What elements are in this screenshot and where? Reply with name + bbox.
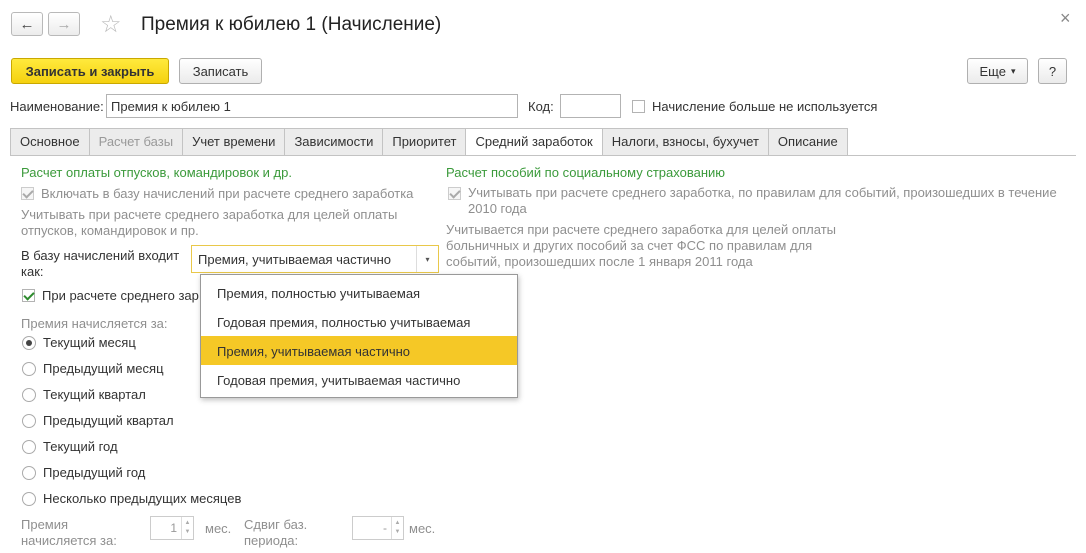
tab-time-accounting[interactable]: Учет времени bbox=[182, 128, 286, 155]
consider-label-line2: 2010 года bbox=[468, 201, 527, 216]
tab-main[interactable]: Основное bbox=[10, 128, 90, 155]
left-section-heading: Расчет оплаты отпусков, командировок и д… bbox=[21, 165, 292, 180]
months-label-line1: Премия bbox=[21, 517, 69, 532]
radio-button[interactable] bbox=[22, 413, 36, 428]
shift-value: - bbox=[383, 521, 387, 535]
include-checkbox-row: Включать в базу начислений при расчете с… bbox=[21, 186, 413, 201]
code-field[interactable] bbox=[560, 94, 621, 118]
radio-button[interactable] bbox=[22, 491, 36, 506]
accrued-for-label: Премия начисляется за: bbox=[21, 316, 168, 331]
right-note-line1: Учитывается при расчете среднего заработ… bbox=[446, 222, 836, 237]
include-checkbox bbox=[21, 187, 34, 200]
close-icon[interactable]: × bbox=[1060, 8, 1071, 29]
base-type-dropdown: Премия, полностью учитываемая Годовая пр… bbox=[200, 274, 518, 398]
arrow-left-icon: ← bbox=[19, 15, 35, 33]
page-title: Премия к юбилею 1 (Начисление) bbox=[141, 14, 442, 35]
tab-priority[interactable]: Приоритет bbox=[382, 128, 467, 155]
tab-description[interactable]: Описание bbox=[767, 128, 848, 155]
stepper-arrows-icon[interactable]: ▲ ▼ bbox=[391, 517, 403, 539]
save-label: Записать bbox=[192, 63, 249, 79]
period-label: Текущий квартал bbox=[43, 387, 146, 402]
months-label: Премия начисляется за: bbox=[21, 517, 117, 549]
left-note-line1: Учитывать при расчете среднего заработка… bbox=[21, 207, 398, 222]
tab-divider bbox=[10, 155, 1076, 156]
period-radio-current-month[interactable]: Текущий месяц bbox=[22, 335, 136, 350]
period-radio-several-months[interactable]: Несколько предыдущих месяцев bbox=[22, 491, 241, 506]
star-icon[interactable]: ☆ bbox=[100, 10, 122, 39]
period-radio-previous-quarter[interactable]: Предыдущий квартал bbox=[22, 413, 174, 428]
save-button[interactable]: Записать bbox=[179, 58, 262, 84]
right-section-heading: Расчет пособий по социальному страховани… bbox=[446, 165, 726, 180]
radio-button[interactable] bbox=[22, 439, 36, 454]
period-label: Текущий год bbox=[43, 439, 118, 454]
period-radio-current-quarter[interactable]: Текущий квартал bbox=[22, 387, 146, 402]
consider-label-line1: Учитывать при расчете среднего заработка… bbox=[468, 185, 1057, 200]
more-button[interactable]: Еще ▾ bbox=[967, 58, 1028, 84]
dropdown-option[interactable]: Премия, полностью учитываемая bbox=[201, 278, 517, 307]
save-close-button[interactable]: Записать и закрыть bbox=[11, 58, 169, 84]
period-radio-current-year[interactable]: Текущий год bbox=[22, 439, 118, 454]
shift-label: Сдвиг баз. периода: bbox=[244, 517, 307, 549]
radio-button[interactable] bbox=[22, 361, 36, 376]
right-note: Учитывается при расчете среднего заработ… bbox=[446, 222, 836, 270]
forward-button[interactable]: → bbox=[48, 12, 80, 36]
dropdown-option[interactable]: Годовая премия, учитываемая частично bbox=[201, 365, 517, 394]
tab-average-earnings[interactable]: Средний заработок bbox=[465, 128, 603, 156]
tab-dependencies[interactable]: Зависимости bbox=[284, 128, 384, 155]
stepper-arrows-icon[interactable]: ▲ ▼ bbox=[181, 517, 193, 539]
chevron-down-icon[interactable]: ▾ bbox=[416, 246, 438, 272]
left-note-line2: отпусков, командировок и пр. bbox=[21, 223, 199, 238]
period-radio-previous-month[interactable]: Предыдущий месяц bbox=[22, 361, 164, 376]
right-note-line3: событий, произошедших после 1 января 201… bbox=[446, 254, 753, 269]
back-button[interactable]: ← bbox=[11, 12, 43, 36]
help-button[interactable]: ? bbox=[1038, 58, 1067, 84]
radio-button[interactable] bbox=[22, 387, 36, 402]
unused-checkbox-row[interactable]: Начисление больше не используется bbox=[632, 99, 877, 114]
tab-base-calc[interactable]: Расчет базы bbox=[88, 128, 184, 155]
shift-unit: мес. bbox=[409, 521, 436, 536]
unused-checkbox[interactable] bbox=[632, 100, 645, 113]
period-label: Предыдущий квартал bbox=[43, 413, 174, 428]
months-label-line2: начисляется за: bbox=[21, 533, 117, 548]
period-radio-previous-year[interactable]: Предыдущий год bbox=[22, 465, 145, 480]
period-label: Несколько предыдущих месяцев bbox=[43, 491, 242, 506]
base-label-line1: В базу начислений входит bbox=[21, 248, 180, 263]
more-label: Еще bbox=[979, 63, 1006, 79]
base-type-value: Премия, учитываемая частично bbox=[198, 251, 392, 267]
shift-label-line1: Сдвиг баз. bbox=[244, 517, 308, 532]
base-label: В базу начислений входит как: bbox=[21, 248, 179, 280]
shift-label-line2: периода: bbox=[244, 533, 299, 548]
dropdown-option-selected[interactable]: Премия, учитываемая частично bbox=[201, 336, 517, 365]
name-label: Наименование: bbox=[10, 99, 104, 114]
save-close-label: Записать и закрыть bbox=[25, 63, 155, 79]
shift-stepper[interactable]: - ▲ ▼ bbox=[352, 516, 404, 540]
radio-button[interactable] bbox=[22, 465, 36, 480]
right-note-line2: больничных и других пособий за счет ФСС … bbox=[446, 238, 813, 253]
help-label: ? bbox=[1048, 63, 1057, 79]
months-value: 1 bbox=[170, 521, 177, 535]
period-label: Предыдущий год bbox=[43, 465, 146, 480]
months-stepper[interactable]: 1 ▲ ▼ bbox=[150, 516, 194, 540]
radio-button[interactable] bbox=[22, 335, 36, 350]
tab-taxes[interactable]: Налоги, взносы, бухучет bbox=[601, 128, 769, 155]
code-label: Код: bbox=[528, 99, 554, 114]
arrow-right-icon: → bbox=[56, 15, 72, 33]
calc-checkbox-row[interactable]: При расчете среднего зар bbox=[22, 288, 199, 303]
period-label: Текущий месяц bbox=[43, 335, 136, 350]
base-type-select[interactable]: Премия, учитываемая частично ▾ bbox=[191, 245, 439, 273]
name-field[interactable] bbox=[106, 94, 518, 118]
months-unit: мес. bbox=[205, 521, 232, 536]
unused-label: Начисление больше не используется bbox=[652, 99, 878, 114]
chevron-down-icon: ▾ bbox=[1010, 65, 1016, 76]
left-note: Учитывать при расчете среднего заработка… bbox=[21, 207, 397, 239]
dropdown-option[interactable]: Годовая премия, полностью учитываемая bbox=[201, 307, 517, 336]
calc-checkbox[interactable] bbox=[22, 289, 35, 302]
period-label: Предыдущий месяц bbox=[43, 361, 164, 376]
include-label: Включать в базу начислений при расчете с… bbox=[41, 186, 414, 201]
base-label-line2: как: bbox=[21, 264, 44, 279]
consider-checkbox-row: Учитывать при расчете среднего заработка… bbox=[448, 185, 1057, 217]
calc-label: При расчете среднего зар bbox=[42, 288, 199, 303]
consider-checkbox bbox=[448, 186, 461, 200]
tab-bar: Основное Расчет базы Учет времени Зависи… bbox=[10, 128, 848, 156]
